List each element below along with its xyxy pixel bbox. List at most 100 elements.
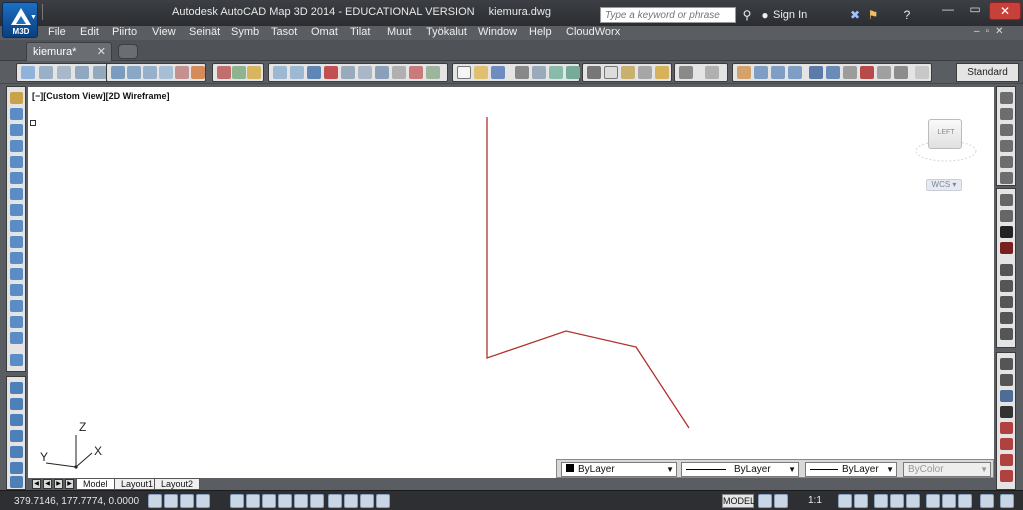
calculator-icon[interactable]	[894, 66, 908, 79]
right-tool-6-icon[interactable]	[1000, 172, 1013, 184]
drawing-canvas[interactable]: [−][Custom View][2D Wireframe] LEFT WCS …	[28, 87, 994, 478]
array-icon[interactable]	[10, 156, 23, 168]
save-icon[interactable]	[491, 66, 505, 79]
text-style-dropdown[interactable]: Standard	[956, 63, 1019, 82]
right-tool-1-icon[interactable]	[1000, 92, 1013, 104]
zoom-previous-icon[interactable]	[788, 66, 802, 79]
menu-tilat[interactable]: Tilat	[350, 26, 370, 38]
dynamic-ucs-icon[interactable]	[294, 494, 308, 508]
map-status-icon[interactable]	[926, 494, 940, 508]
menu-edit[interactable]: Edit	[80, 26, 99, 38]
binoculars-icon[interactable]: ⚲	[740, 8, 754, 22]
zoom-realtime-icon[interactable]	[754, 66, 768, 79]
join-icon[interactable]	[10, 284, 23, 296]
map-tool-2-icon[interactable]	[127, 66, 141, 79]
edit-tool-7-icon[interactable]	[375, 66, 389, 79]
edit-tool-1-icon[interactable]	[273, 66, 287, 79]
right-tool-8-icon[interactable]	[1000, 210, 1013, 222]
menu-file[interactable]: File	[48, 26, 66, 38]
right-tool-20-icon[interactable]	[1000, 422, 1013, 434]
new-file-icon[interactable]	[457, 66, 471, 79]
right-tool-18-icon[interactable]	[1000, 390, 1013, 402]
selection-cycling-icon[interactable]	[376, 494, 390, 508]
snap-mode-icon[interactable]	[164, 494, 178, 508]
sheet-set-icon[interactable]	[860, 66, 874, 79]
sign-in-link[interactable]: Sign In	[773, 9, 807, 21]
menu-tasot[interactable]: Tasot	[271, 26, 297, 38]
line-icon[interactable]	[10, 382, 23, 394]
pointer-icon[interactable]	[307, 66, 321, 79]
trim-icon[interactable]	[10, 236, 23, 248]
previous-tab-button[interactable]: ◀	[43, 479, 52, 489]
new-tab-button[interactable]	[118, 44, 138, 59]
polygon-icon[interactable]	[10, 430, 23, 442]
right-tool-11-icon[interactable]	[1000, 264, 1013, 276]
document-window-controls[interactable]: –▫✕	[974, 26, 1020, 40]
edit-tool-5-icon[interactable]	[341, 66, 355, 79]
chamfer-icon[interactable]	[10, 316, 23, 328]
right-tool-21-icon[interactable]	[1000, 438, 1013, 450]
right-tool-4-icon[interactable]	[1000, 140, 1013, 152]
chevron-down-icon[interactable]: ▼	[30, 14, 37, 21]
edit-tool-4-icon[interactable]	[324, 66, 338, 79]
circle-icon[interactable]	[10, 476, 23, 488]
viewcube[interactable]: LEFT	[914, 109, 978, 171]
workspace-switching-icon[interactable]	[874, 494, 888, 508]
map-settings-icon[interactable]	[942, 494, 956, 508]
arc-icon[interactable]	[10, 462, 23, 474]
map-new-icon[interactable]	[39, 66, 53, 79]
linetype-select[interactable]: ByLayer ▼	[681, 462, 799, 477]
stretch-icon[interactable]	[10, 220, 23, 232]
quick-view-drawings-icon[interactable]	[774, 494, 788, 508]
plot-preview-icon[interactable]	[532, 66, 546, 79]
menu-view[interactable]: View	[152, 26, 176, 38]
text-style-icon[interactable]	[915, 66, 929, 79]
map-tool-6-icon[interactable]	[191, 66, 205, 79]
menu-help[interactable]: Help	[529, 26, 552, 38]
edit-tool-8-icon[interactable]	[392, 66, 406, 79]
polar-tracking-icon[interactable]	[230, 494, 244, 508]
mirror-icon[interactable]	[10, 124, 23, 136]
break-icon[interactable]	[10, 268, 23, 280]
model-space-toggle[interactable]: MODEL	[722, 494, 755, 508]
clean-screen-icon[interactable]	[1000, 494, 1014, 508]
menu-omat[interactable]: Omat	[311, 26, 338, 38]
file-tab-kiemura[interactable]: kiemura* ✕	[26, 42, 112, 61]
lock-ui-icon[interactable]	[890, 494, 904, 508]
right-tool-3-icon[interactable]	[1000, 124, 1013, 136]
dynamic-input-icon[interactable]	[310, 494, 324, 508]
right-tool-15-icon[interactable]	[1000, 328, 1013, 340]
lineweight-toggle-icon[interactable]	[328, 494, 342, 508]
edit-tool-6-icon[interactable]	[358, 66, 372, 79]
right-tool-12-icon[interactable]	[1000, 280, 1013, 292]
last-tab-button[interactable]: ▶	[65, 479, 74, 489]
right-tool-7-icon[interactable]	[1000, 194, 1013, 206]
quick-view-layouts-icon[interactable]	[758, 494, 772, 508]
edit-tool-2-icon[interactable]	[290, 66, 304, 79]
fillet-icon[interactable]	[10, 332, 23, 344]
paste-icon[interactable]	[621, 66, 635, 79]
edit-tool-10-icon[interactable]	[426, 66, 440, 79]
right-tool-17-icon[interactable]	[1000, 374, 1013, 386]
construction-line-icon[interactable]	[10, 398, 23, 410]
exchange-icon[interactable]: ✖	[848, 8, 862, 22]
polyline-icon[interactable]	[10, 414, 23, 426]
erase-icon[interactable]	[10, 92, 23, 104]
right-tool-22-icon[interactable]	[1000, 454, 1013, 466]
lineweight-select[interactable]: ByLayer ▼	[805, 462, 897, 477]
object-snap-icon[interactable]	[246, 494, 260, 508]
help-icon[interactable]: ?	[900, 8, 914, 22]
copy-icon[interactable]	[604, 66, 618, 79]
minimize-button[interactable]: —	[935, 2, 961, 20]
menu-symb[interactable]: Symb	[231, 26, 259, 38]
map-tool-3-icon[interactable]	[143, 66, 157, 79]
layer-tool-3-icon[interactable]	[247, 66, 261, 79]
publish-icon[interactable]	[549, 66, 563, 79]
grid-display-icon[interactable]	[180, 494, 194, 508]
right-tool-2-icon[interactable]	[1000, 108, 1013, 120]
tool-palettes-icon[interactable]	[843, 66, 857, 79]
close-window-button[interactable]: ✕	[989, 2, 1021, 20]
move-icon[interactable]	[10, 172, 23, 184]
3d-print-icon[interactable]	[566, 66, 580, 79]
right-tool-14-icon[interactable]	[1000, 312, 1013, 324]
